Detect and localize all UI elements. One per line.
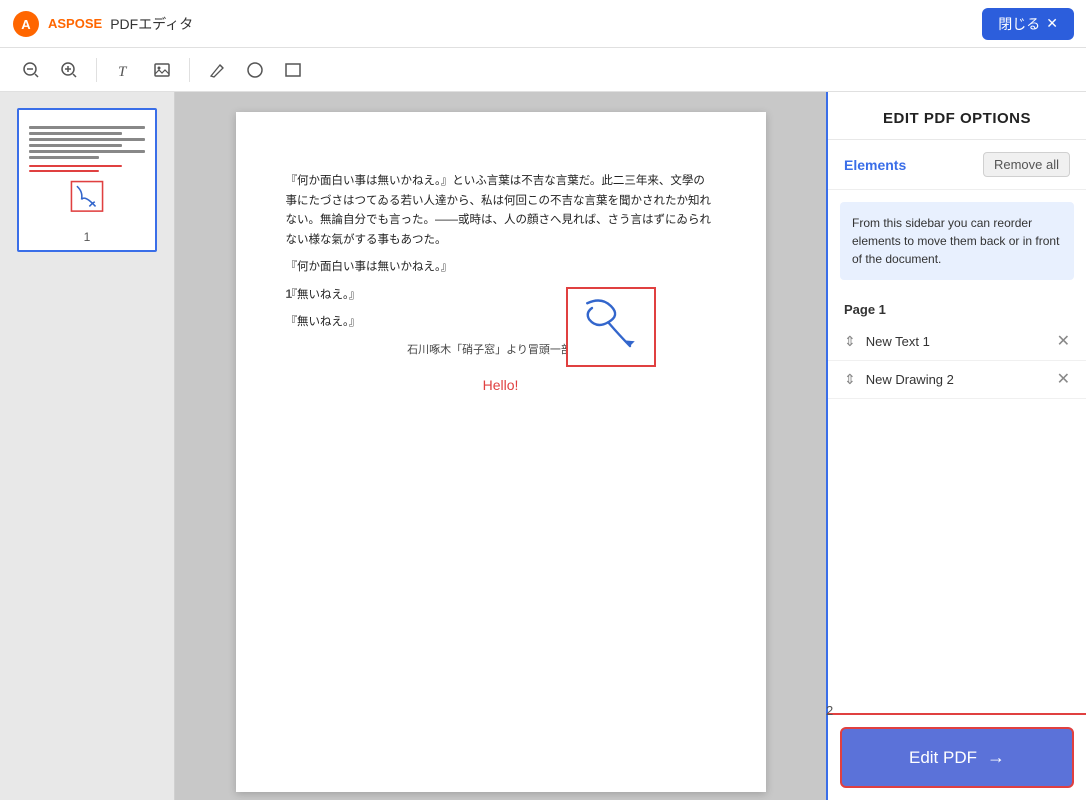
thumbnail-panel: 1	[0, 92, 175, 800]
close-x-icon: ✕	[1046, 15, 1058, 32]
header-left: A ASPOSE PDFエディタ	[12, 10, 193, 38]
sidebar-title: EDIT PDF OPTIONS	[828, 92, 1086, 140]
drawing-svg	[568, 289, 654, 365]
toolbar-divider-1	[96, 58, 97, 82]
zoom-out-button[interactable]	[16, 55, 46, 85]
page2-badge: 2	[826, 703, 833, 718]
thumbnail-content	[25, 116, 149, 226]
edit-pdf-arrow-icon: →	[987, 747, 1005, 768]
delete-element-2-icon[interactable]: ✕	[1057, 372, 1070, 388]
toolbar-divider-2	[189, 58, 190, 82]
text-tool-button[interactable]: T	[109, 55, 139, 85]
circle-tool-button[interactable]	[240, 55, 270, 85]
sidebar-page1-label: Page 1	[828, 292, 1086, 323]
svg-text:A: A	[21, 17, 31, 32]
svg-text:T: T	[118, 64, 128, 79]
toolbar: T	[0, 48, 1086, 92]
sidebar-spacer	[828, 399, 1086, 713]
thumbnail-page-1[interactable]: 1	[17, 108, 157, 252]
thumbnail-page-number: 1	[25, 230, 149, 244]
pdf-page: 『何か面白い事は無いかねえ。』といふ言葉は不吉な言葉だ。此二三年来、文學の事にた…	[236, 112, 766, 792]
sidebar-bottom: 2 Edit PDF →	[828, 713, 1086, 800]
close-label: 閉じる	[998, 14, 1040, 34]
logo-text: ASPOSE	[48, 16, 102, 31]
main-container: 1 『何か面白い事は無いかねえ。』といふ言葉は不吉な言葉だ。此二三年来、文學の事…	[0, 92, 1086, 800]
sort-icon-2: ⇕	[844, 371, 856, 388]
sidebar: EDIT PDF OPTIONS Elements Remove all Fro…	[826, 92, 1086, 800]
sidebar-element-item-2[interactable]: ⇕ New Drawing 2 ✕	[828, 361, 1086, 399]
delete-element-1-icon[interactable]: ✕	[1057, 334, 1070, 350]
rect-tool-button[interactable]	[278, 55, 308, 85]
sort-icon-1: ⇕	[844, 333, 856, 350]
drawing-element[interactable]	[566, 287, 656, 367]
pdf-quote1: 『何か面白い事は無いかねえ。』	[286, 258, 716, 278]
element-name-1: New Text 1	[866, 334, 1047, 349]
image-tool-button[interactable]	[147, 55, 177, 85]
close-button[interactable]: 閉じる ✕	[982, 8, 1074, 40]
edit-pdf-button[interactable]: Edit PDF →	[840, 727, 1074, 788]
aspose-logo: A	[12, 10, 40, 38]
edit-pdf-label: Edit PDF	[909, 748, 977, 768]
sidebar-element-item-1[interactable]: ⇕ New Text 1 ✕	[828, 323, 1086, 361]
app-title: PDFエディタ	[110, 14, 193, 34]
pen-tool-button[interactable]	[202, 55, 232, 85]
zoom-in-button[interactable]	[54, 55, 84, 85]
header: A ASPOSE PDFエディタ 閉じる ✕	[0, 0, 1086, 48]
element-name-2: New Drawing 2	[866, 372, 1047, 387]
remove-all-button[interactable]: Remove all	[983, 152, 1070, 177]
pdf-hello: Hello!	[286, 377, 716, 393]
viewer-area[interactable]: 『何か面白い事は無いかねえ。』といふ言葉は不吉な言葉だ。此二三年来、文學の事にた…	[175, 92, 826, 800]
pdf-paragraph: 『何か面白い事は無いかねえ。』といふ言葉は不吉な言葉だ。此二三年来、文學の事にた…	[286, 172, 716, 250]
content-page-num: 1	[286, 287, 293, 301]
elements-label: Elements	[844, 157, 906, 173]
sidebar-elements-row: Elements Remove all	[828, 140, 1086, 190]
sidebar-info-box: From this sidebar you can reorder elemen…	[840, 202, 1074, 280]
